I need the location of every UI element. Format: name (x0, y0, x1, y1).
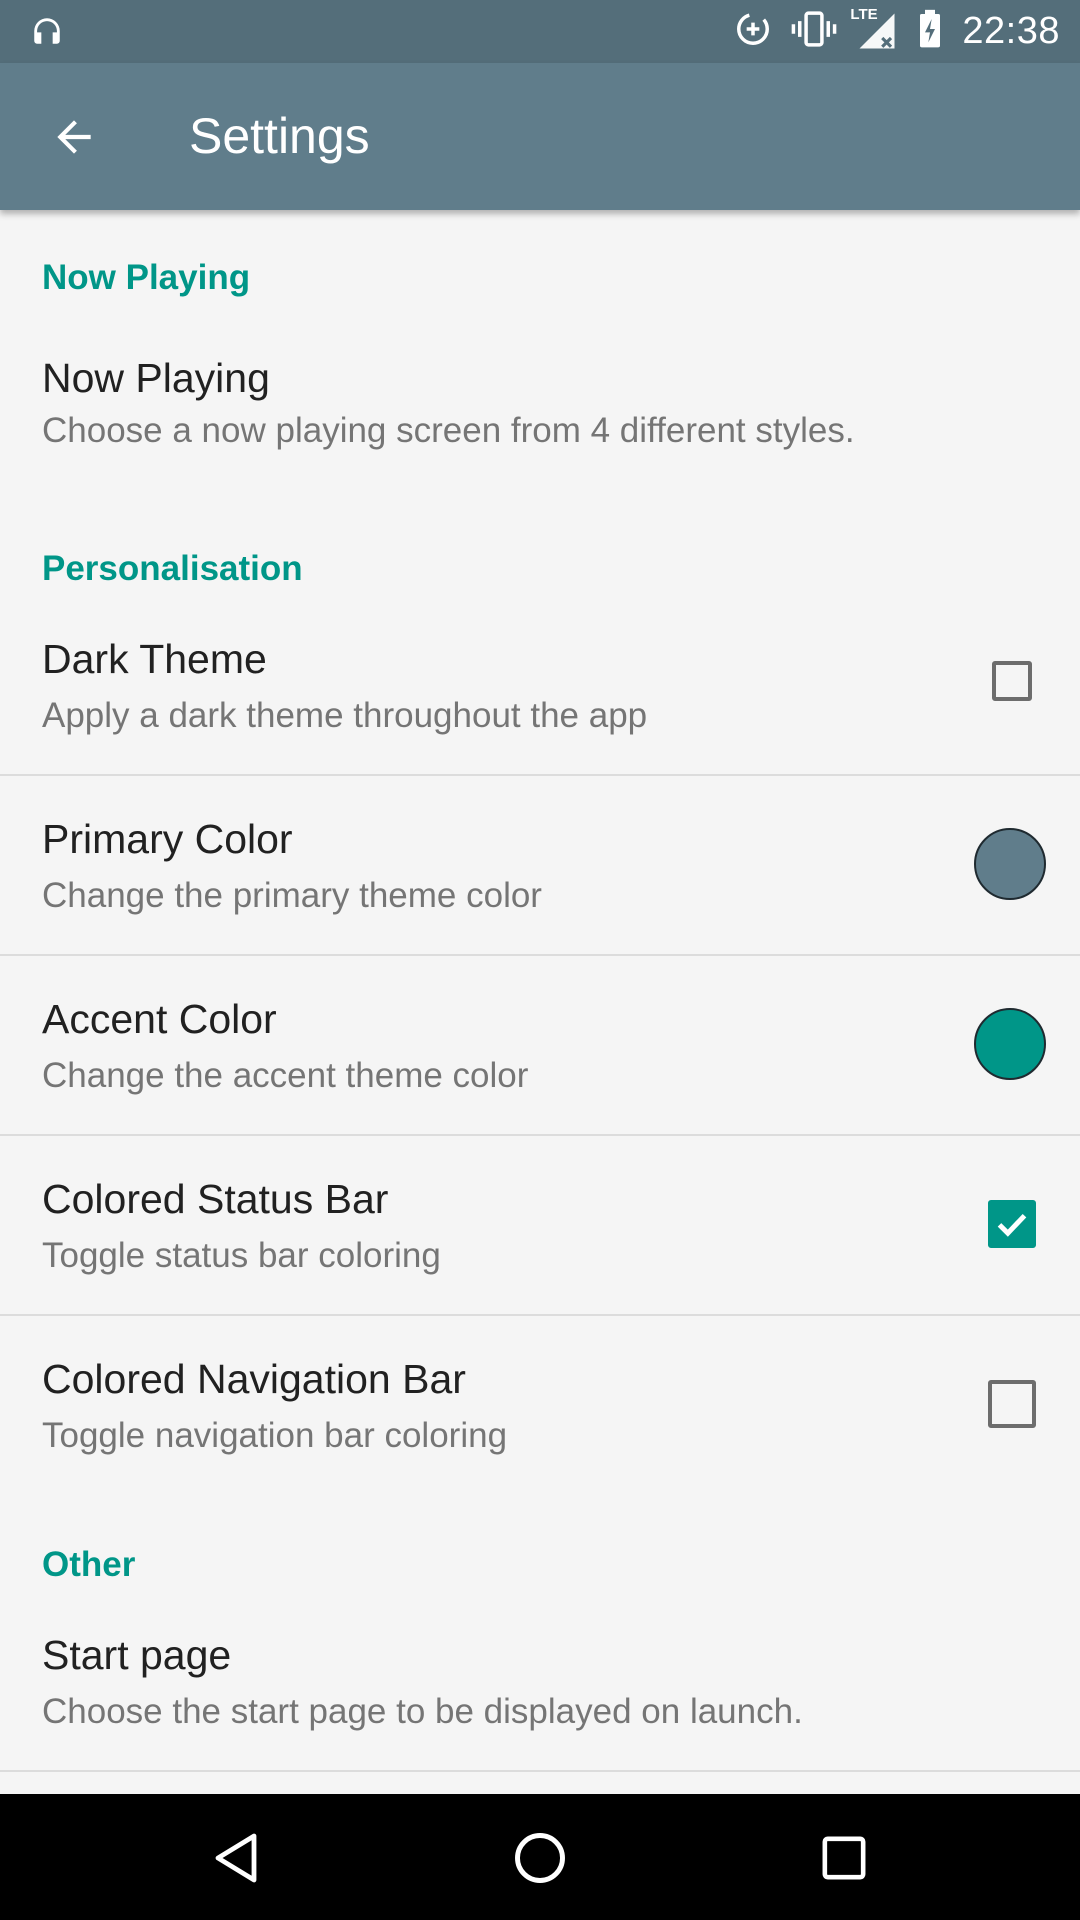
section-header-now-playing: Now Playing (42, 258, 251, 297)
pref-title: Colored Navigation Bar (42, 1356, 466, 1402)
dark-theme-checkbox[interactable] (992, 661, 1032, 701)
check-icon (997, 1213, 1027, 1237)
vibrate-icon (790, 10, 838, 53)
headphones-icon (30, 14, 64, 53)
pref-title: Start page (42, 1632, 232, 1678)
pref-summary: Choose the start page to be displayed on… (42, 1692, 803, 1731)
pref-title: Accent Color (42, 996, 277, 1042)
pref-title: Colored Status Bar (42, 1176, 389, 1222)
status-bar: LTE 22:38 (0, 0, 1080, 63)
colored-status-bar-checkbox[interactable] (988, 1200, 1036, 1248)
pref-colored-navigation-bar[interactable]: Colored Navigation Bar Toggle navigation… (0, 1316, 1080, 1486)
arrow-back-icon[interactable] (42, 105, 106, 169)
pref-summary: Apply a dark theme throughout the app (42, 696, 648, 735)
recents-square-icon[interactable] (804, 1822, 884, 1894)
data-saver-icon (734, 10, 772, 53)
pref-summary: Change the primary theme color (42, 876, 542, 915)
pref-summary: Toggle status bar coloring (42, 1236, 441, 1275)
page-title: Settings (189, 108, 370, 164)
colored-navigation-bar-checkbox[interactable] (988, 1380, 1036, 1428)
pref-dark-theme[interactable]: Dark Theme Apply a dark theme throughout… (0, 616, 1080, 774)
pref-summary: Toggle navigation bar coloring (42, 1416, 508, 1455)
section-header-other: Other (42, 1545, 136, 1584)
pref-start-page[interactable]: Start page Choose the start page to be d… (0, 1612, 1080, 1770)
app-toolbar: Settings (0, 63, 1080, 210)
status-time: 22:38 (962, 9, 1060, 52)
pref-title: Dark Theme (42, 636, 267, 682)
system-navigation-bar (0, 1794, 1080, 1920)
back-triangle-icon[interactable] (196, 1822, 276, 1894)
primary-color-swatch[interactable] (974, 828, 1046, 900)
home-circle-icon[interactable] (500, 1822, 580, 1894)
pref-colored-status-bar[interactable]: Colored Status Bar Toggle status bar col… (0, 1136, 1080, 1314)
battery-icon (916, 9, 944, 54)
pref-accent-color[interactable]: Accent Color Change the accent theme col… (0, 956, 1080, 1134)
network-type-label: LTE (850, 6, 878, 23)
accent-color-swatch[interactable] (974, 1008, 1046, 1080)
pref-summary: Change the accent theme color (42, 1056, 529, 1095)
pref-primary-color[interactable]: Primary Color Change the primary theme c… (0, 776, 1080, 954)
section-header-personalisation: Personalisation (42, 549, 303, 588)
pref-now-playing[interactable]: Now Playing Choose a now playing screen … (0, 335, 1080, 485)
pref-title: Primary Color (42, 816, 293, 862)
divider (0, 1770, 1080, 1772)
pref-summary: Choose a now playing screen from 4 diffe… (42, 411, 855, 450)
pref-title: Now Playing (42, 355, 270, 401)
lte-signal-icon: LTE (850, 6, 898, 52)
